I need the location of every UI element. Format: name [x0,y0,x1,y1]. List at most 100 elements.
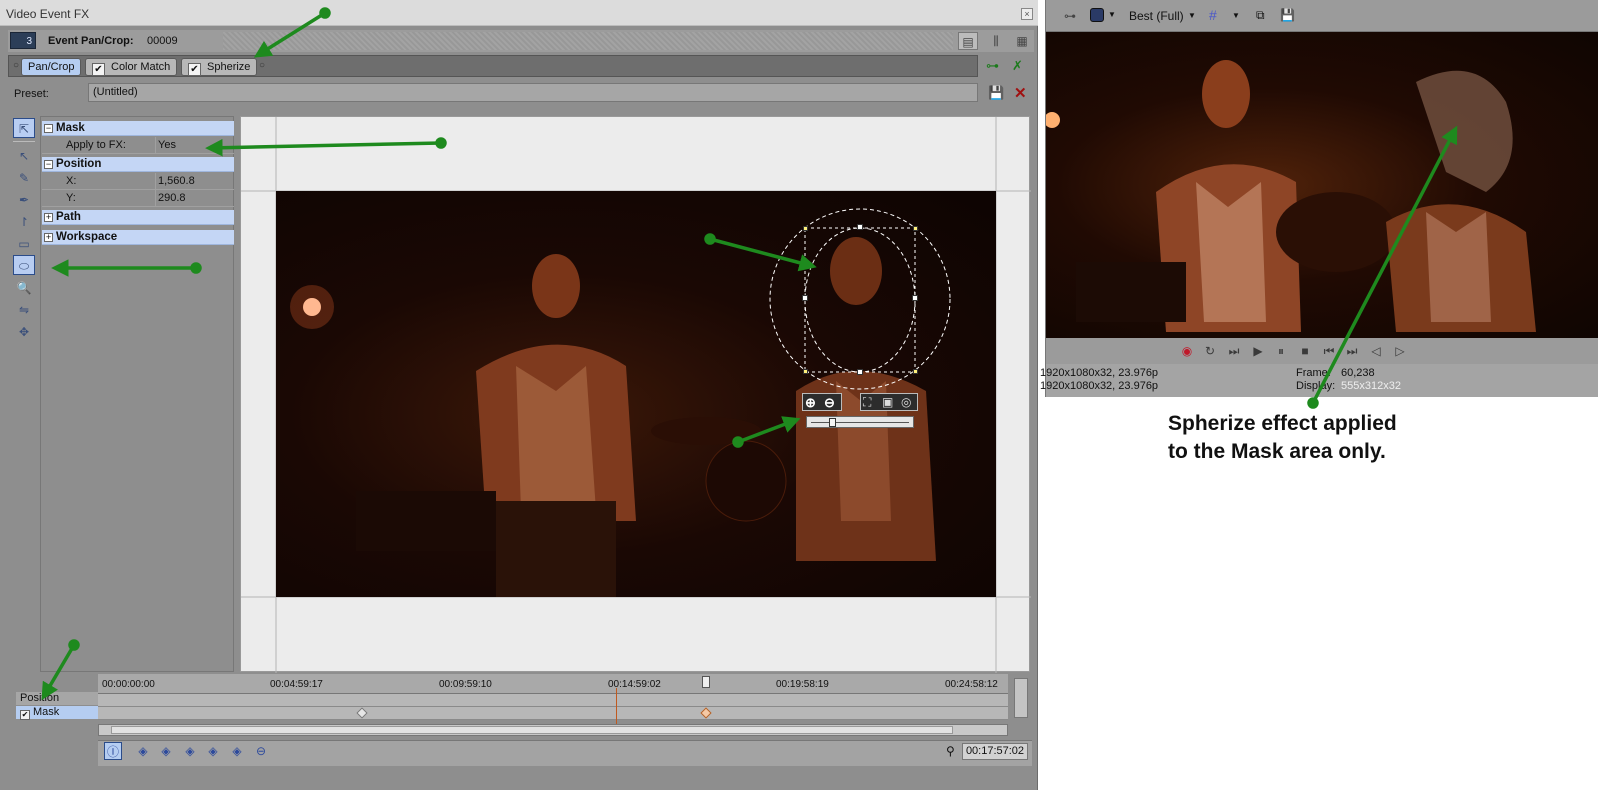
apply-to-fx-row[interactable]: Apply to FX: Yes [42,137,234,154]
y-label: Y: [66,192,76,204]
go-to-end-icon[interactable]: ⏭ [1344,343,1360,359]
scroll-thumb[interactable] [111,726,953,734]
preset-dropdown[interactable]: (Untitled) ▼ [88,83,1053,102]
position-x-row[interactable]: X: 1,560.8 [42,173,234,190]
y-value[interactable]: 290.8 [158,192,186,204]
close-icon[interactable]: × [1021,8,1033,20]
next-frame-icon[interactable]: ▷ [1392,343,1408,359]
chevron-down-icon[interactable]: ▼ [1232,11,1240,20]
sync-cursor-icon[interactable]: Ⓘ [104,742,122,760]
quality-select[interactable]: Best (Full) [1129,9,1184,23]
mask-handle-tl[interactable] [803,226,808,231]
color-match-checkbox[interactable]: ✔ [92,63,105,76]
mask-handle-right[interactable] [912,295,918,301]
current-time-display[interactable]: 00:17:57:02 [962,743,1028,760]
expand-icon[interactable]: + [44,233,53,242]
timeline-scrollbar[interactable] [98,724,1008,736]
mask-handle-tr[interactable] [913,226,918,231]
mask-handle-bottom[interactable] [857,369,863,375]
normal-edit-icon[interactable]: ↖ [13,146,35,166]
playhead[interactable] [702,676,710,688]
chevron-down-icon[interactable]: ▼ [1188,11,1196,20]
collapse-icon[interactable]: − [44,124,53,133]
remove-plugin-icon[interactable]: ✗ [1012,58,1023,74]
expand-icon[interactable]: + [44,213,53,222]
pen-icon[interactable]: ✎ [13,168,35,188]
position-y-row[interactable]: Y: 290.8 [42,190,234,207]
fit-mask-icon[interactable]: ▣ [882,395,893,409]
track-mask[interactable]: ✔ Mask [16,706,100,720]
save-snapshot-icon[interactable]: 💾 [1280,8,1295,22]
prev-frame-icon[interactable]: ◁ [1368,343,1384,359]
arrow-select-icon[interactable]: ⇱ [13,118,35,138]
delete-icon[interactable]: ✕ [1014,84,1027,102]
move-icon[interactable]: ✥ [13,322,35,342]
mirror-icon[interactable]: ⇋ [13,300,35,320]
overlays-icon[interactable]: # [1209,7,1217,23]
pause-icon[interactable]: ⏸ [1273,343,1289,359]
plugin-chain-icon[interactable]: ⊶ [986,58,999,74]
track-position[interactable]: Position [16,692,100,705]
mask-section[interactable]: − Mask [42,121,234,136]
time-ruler[interactable]: 00:00:00:00 00:04:59:17 00:09:59:10 00:1… [98,674,1008,694]
x-value[interactable]: 1,560.8 [158,175,195,187]
pan-crop-canvas[interactable]: ⊕ ⊖ ⛶ ▣ ◎ [240,116,1031,673]
tab-spherize[interactable]: ✔ Spherize [181,58,258,76]
apply-to-fx-value[interactable]: Yes [158,139,176,151]
view-grid-icon[interactable]: ▦ [1012,32,1032,50]
last-keyframe-icon[interactable]: ◈ [204,742,222,760]
position-section[interactable]: − Position [42,157,234,172]
stop-icon[interactable]: ■ [1297,343,1313,359]
mask-handle-bl[interactable] [803,369,808,374]
prev-keyframe-icon[interactable]: ◈ [157,742,175,760]
keyframe[interactable] [356,707,368,719]
header-hatch [223,32,953,50]
play-from-start-icon[interactable]: ⏭ [1226,343,1242,359]
next-keyframe-icon[interactable]: ◈ [181,742,199,760]
zoom-slider[interactable] [806,416,914,428]
path-section[interactable]: + Path [42,210,234,225]
position-lane[interactable] [98,694,1008,707]
fx-chain-icon[interactable]: 3 [10,32,36,49]
timecode-5: 00:24:58:12 [945,679,998,690]
video-frame[interactable]: ⊕ ⊖ ⛶ ▣ ◎ [276,191,996,597]
zoom-out-icon[interactable]: ⊖ [824,395,835,411]
mask-handle-br[interactable] [913,369,918,374]
rectangle-tool-icon[interactable]: ▭ [13,234,35,254]
loop-icon[interactable]: ↻ [1202,343,1218,359]
record-icon[interactable]: ◉ [1179,343,1195,359]
mask-track-checkbox[interactable]: ✔ [20,710,30,720]
view-split-icon[interactable]: ⫼ [986,32,1006,50]
first-keyframe-icon[interactable]: ◈ [134,742,152,760]
split-screen-icon[interactable]: ⊶ [1064,9,1076,23]
copy-snapshot-icon[interactable]: ⧉ [1256,8,1265,23]
tab-color-match[interactable]: ✔ Color Match [85,58,178,76]
delete-keyframe-icon[interactable]: ⊖ [252,742,270,760]
add-point-icon[interactable]: ✒ [13,190,35,210]
chevron-down-icon[interactable]: ▼ [1108,10,1116,19]
play-icon[interactable]: ▶ [1250,343,1266,359]
collapse-icon[interactable]: − [44,160,53,169]
add-keyframe-icon[interactable]: ◈ [228,742,246,760]
workspace-section[interactable]: + Workspace [42,230,234,245]
mask-handle-top[interactable] [857,224,863,230]
mask-lane[interactable] [98,707,1008,720]
lock-icon[interactable]: ⚲ [946,744,955,758]
save-icon[interactable]: 💾 [988,85,1004,101]
keyframe-selected[interactable] [700,707,712,719]
zoom-icon[interactable]: 🔍 [13,278,35,298]
go-to-start-icon[interactable]: ⏮ [1321,343,1337,359]
transport-controls: ◉ ↻ ⏭ ▶ ⏸ ■ ⏮ ⏭ ◁ ▷ [1046,338,1598,364]
split-icon[interactable]: ↾ [13,212,35,232]
tab-pan-crop[interactable]: Pan/Crop [21,58,82,76]
circle-view-icon[interactable]: ◎ [901,395,911,409]
spherize-checkbox[interactable]: ✔ [188,63,201,76]
mask-handle-left[interactable] [802,295,808,301]
view-single-icon[interactable]: ▤ [958,32,978,50]
slider-thumb[interactable] [829,418,836,427]
preview-mode-icon[interactable] [1090,8,1104,22]
vertical-scrollbar[interactable] [1014,678,1028,718]
zoom-in-icon[interactable]: ⊕ [805,395,816,411]
ellipse-tool-icon[interactable]: ⬭ [13,255,35,275]
fit-frame-icon[interactable]: ⛶ [863,395,871,410]
